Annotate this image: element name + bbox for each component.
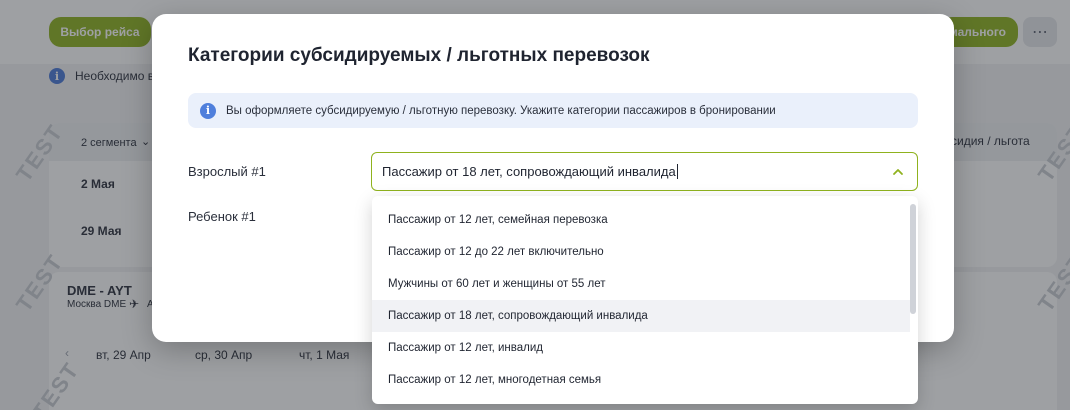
dropdown-option[interactable]: Пассажир от 12 лет, многодетная семья	[372, 364, 910, 396]
dropdown-option[interactable]: Пассажир от 12 до 22 лет включительно	[372, 236, 910, 268]
modal-info-text: Вы оформляете субсидируемую / льготную п…	[226, 104, 776, 117]
dropdown-option[interactable]: Пассажир от 12 лет, семейная перевозка	[372, 204, 910, 236]
adult-category-value: Пассажир от 18 лет, сопровождающий инвал…	[382, 164, 676, 179]
modal-title: Категории субсидируемых / льготных перев…	[188, 45, 650, 66]
dropdown-option[interactable]: Пассажир от 12 лет, инвалид	[372, 332, 910, 364]
adult-label: Взрослый #1	[188, 164, 266, 179]
adult-category-select[interactable]: Пассажир от 18 лет, сопровождающий инвал…	[371, 152, 918, 191]
text-cursor	[676, 164, 678, 179]
dropdown-option-selected[interactable]: Пассажир от 18 лет, сопровождающий инвал…	[372, 300, 910, 332]
dropdown-option[interactable]: Мужчины от 60 лет и женщины от 55 лет	[372, 268, 910, 300]
chevron-up-icon[interactable]	[891, 165, 905, 179]
info-icon: i	[200, 102, 216, 119]
category-dropdown-list[interactable]: Пассажир от 12 лет, семейная перевозка П…	[372, 196, 918, 404]
modal-info-banner: i Вы оформляете субсидируемую / льготную…	[188, 93, 918, 128]
dropdown-scrollbar[interactable]	[910, 204, 916, 314]
child-label: Ребенок #1	[188, 209, 256, 224]
